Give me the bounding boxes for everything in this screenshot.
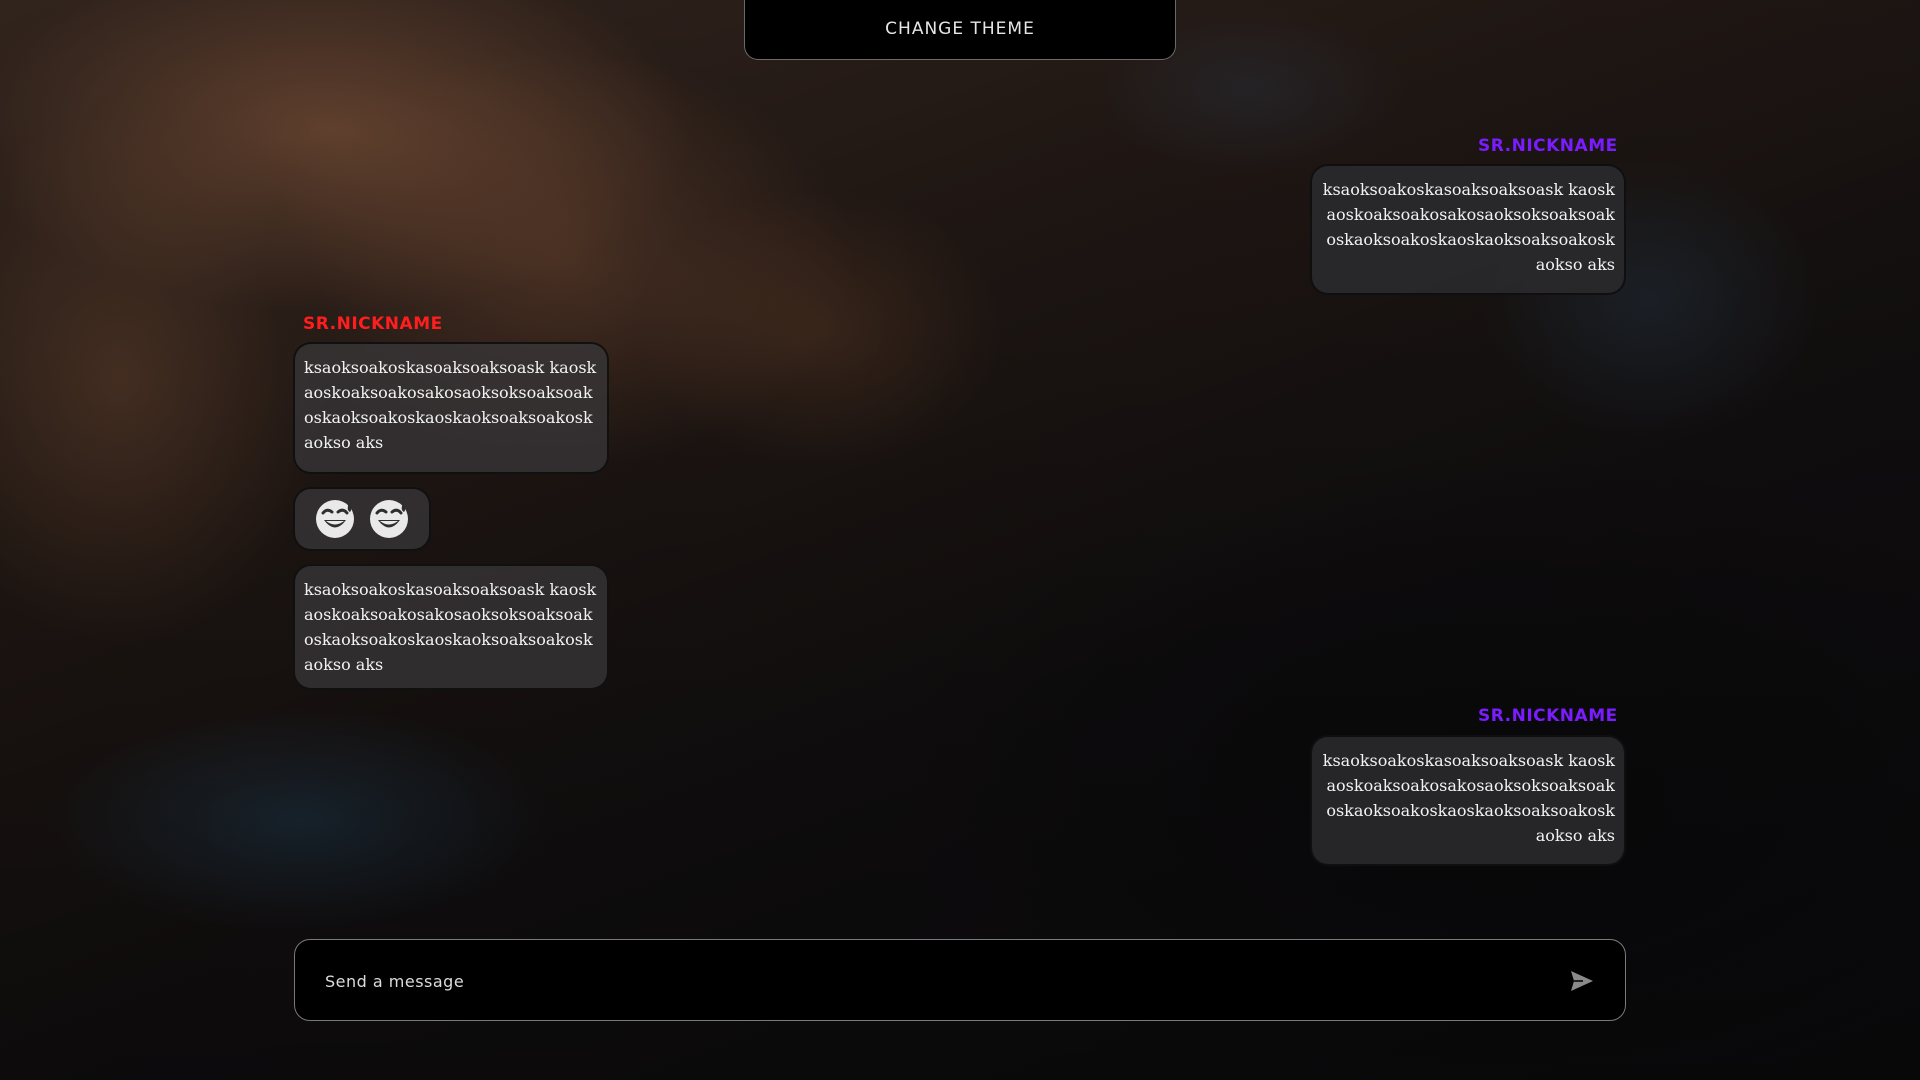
message-bubble: ksaoksoakoskasoaksoaksoask kaoskaoskoaks… (293, 342, 609, 474)
background-image (0, 0, 1920, 1080)
send-button[interactable] (1567, 966, 1597, 996)
nickname-label: SR.NICKNAME (1478, 706, 1618, 726)
message-input[interactable] (323, 960, 1527, 1002)
grinning-sweat-icon (370, 500, 408, 538)
message-bubble: ksaoksoakoskasoaksoaksoask kaoskaoskoaks… (1310, 735, 1626, 866)
message-bubble: ksaoksoakoskasoaksoaksoask kaoskaoskoaks… (1310, 164, 1626, 295)
nickname-label: SR.NICKNAME (303, 314, 443, 334)
message-bubble: ksaoksoakoskasoaksoaksoask kaoskaoskoaks… (293, 564, 609, 690)
message-composer (294, 939, 1626, 1021)
send-icon (1571, 971, 1593, 991)
nickname-label: SR.NICKNAME (1478, 136, 1618, 156)
sticker-message (293, 487, 431, 551)
change-theme-button[interactable]: CHANGE THEME (744, 0, 1176, 60)
grinning-sweat-icon (316, 500, 354, 538)
